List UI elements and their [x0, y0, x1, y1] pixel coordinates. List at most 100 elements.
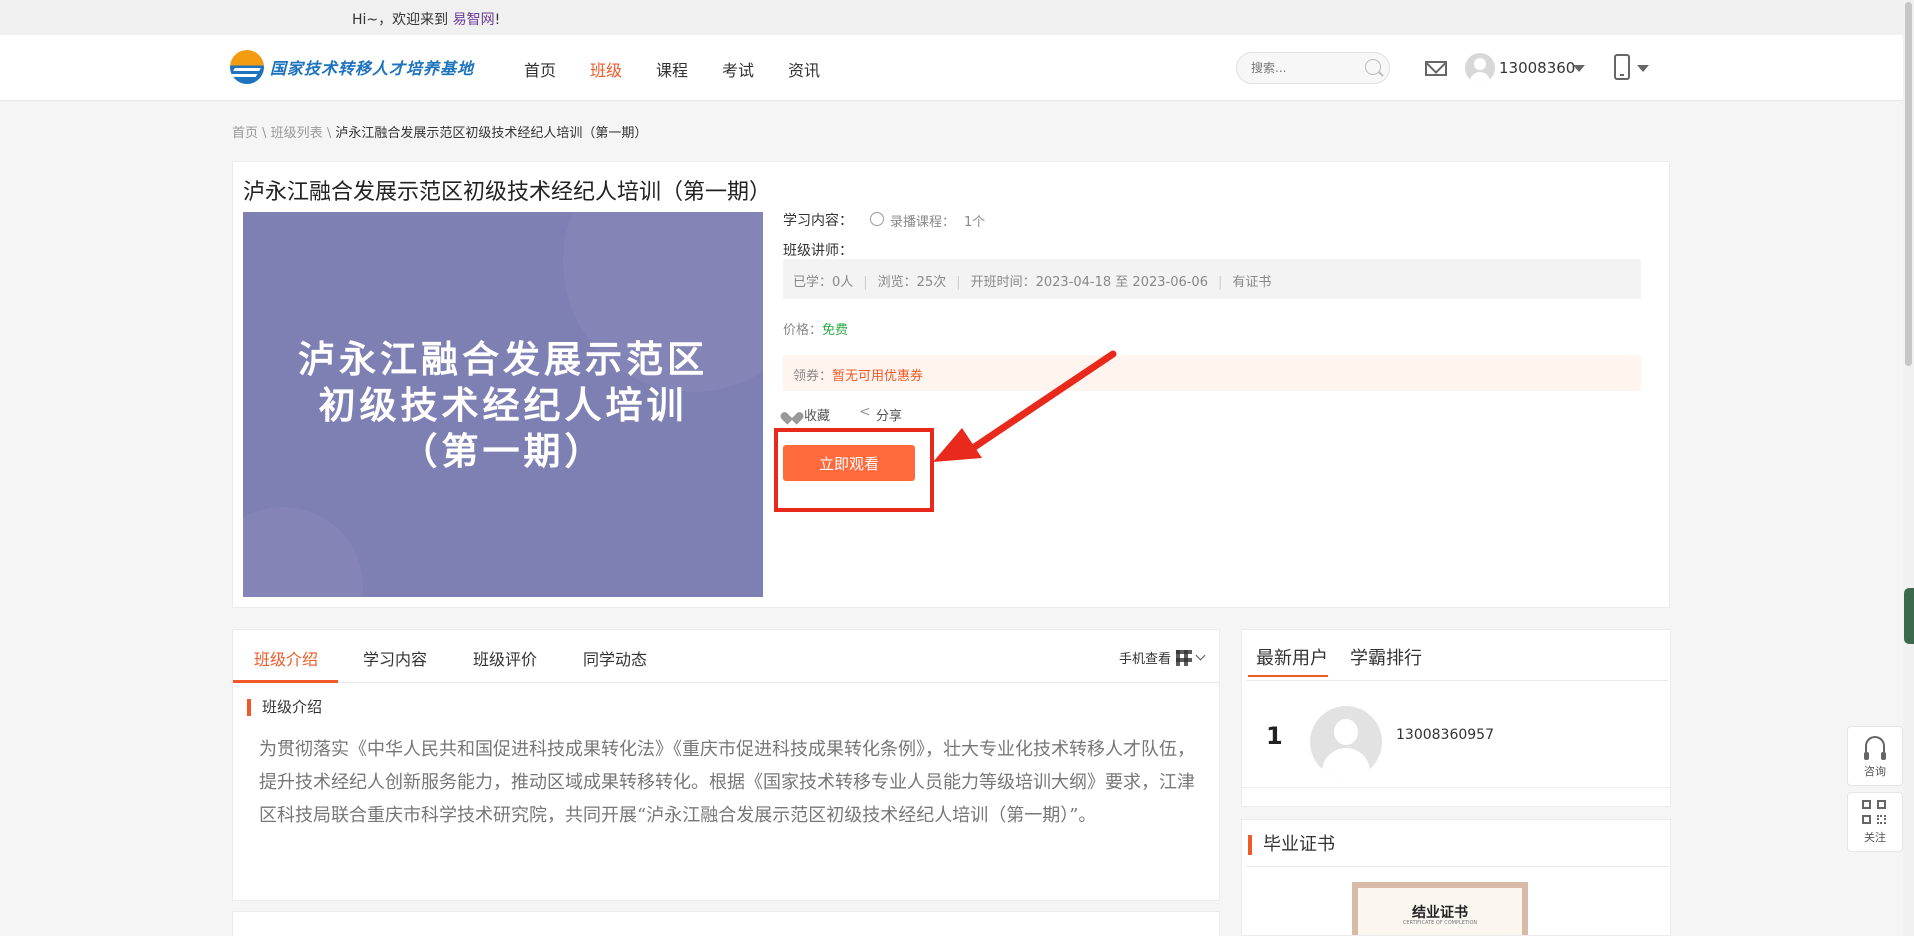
class-detail-card: 班级介绍 学习内容 班级评价 同学动态 手机查看 班级介绍 为贯彻落实《中华人民… [232, 629, 1220, 901]
course-cover-image[interactable]: 泸永江融合发展示范区 初级技术经纪人培训 （第一期） [243, 212, 763, 597]
stats-separator: | [1217, 275, 1223, 290]
breadcrumb-class-list[interactable]: 班级列表 [271, 126, 323, 141]
share-icon[interactable]: < [859, 405, 873, 419]
price: 价格：免费 [783, 319, 848, 338]
certificate-heading: 毕业证书 [1248, 835, 1335, 855]
search-box [1236, 52, 1390, 84]
coupon-text: 领券：暂无可用优惠券 [793, 365, 923, 384]
price-value: 免费 [822, 323, 849, 338]
username[interactable]: 13008360 [1499, 59, 1575, 77]
breadcrumb-home[interactable]: 首页 [232, 126, 258, 141]
stats-separator: | [863, 275, 868, 290]
certificate-subtitle: CERTIFICATE OF COMPLETION [1402, 920, 1478, 926]
cover-line: （第一期） [400, 430, 606, 473]
page-scrollbar[interactable] [1903, 0, 1914, 936]
consult-button[interactable]: 咨询 [1847, 726, 1903, 786]
learned-count: 已学：0人 [793, 275, 854, 290]
divider [1242, 787, 1670, 788]
recorded-course-icon [870, 212, 884, 226]
mobile-view-label: 手机查看 [1119, 652, 1172, 667]
breadcrumb-separator: \ [322, 126, 336, 141]
coupon-value[interactable]: 暂无可用优惠券 [832, 369, 923, 384]
active-tab-underline [233, 680, 338, 683]
qr-code-icon [1176, 649, 1193, 666]
stats-separator: | [956, 275, 961, 290]
rank-number: 1 [1266, 722, 1283, 750]
mobile-menu-caret-icon[interactable] [1637, 65, 1649, 72]
coupon-bar: 领券：暂无可用优惠券 [783, 355, 1641, 391]
search-input[interactable] [1251, 61, 1361, 75]
user-menu-caret-icon[interactable] [1573, 65, 1585, 72]
tab-classmate-activity[interactable]: 同学动态 [583, 646, 647, 670]
scrollbar-thumb[interactable] [1905, 2, 1912, 366]
certificate-badge: 有证书 [1232, 275, 1272, 290]
price-label: 价格： [783, 323, 823, 338]
next-section-card [232, 911, 1220, 936]
breadcrumb-separator: \ [258, 126, 271, 141]
top-strip: Hi~，欢迎来到 易智网! [0, 0, 1914, 35]
course-title: 泸永江融合发展示范区初级技术经纪人培训（第一期） [243, 180, 772, 205]
divider [1246, 680, 1668, 681]
follow-button[interactable]: 关注 [1847, 792, 1903, 852]
logo-mark-icon [230, 50, 264, 84]
section-heading: 班级介绍 [247, 699, 322, 716]
mobile-phone-icon[interactable] [1614, 54, 1630, 80]
favorite-button[interactable]: 收藏 [804, 405, 830, 424]
side-widget-tab[interactable] [1904, 588, 1914, 644]
user-phone[interactable]: 13008360957 [1396, 727, 1494, 743]
mobile-view-dropdown[interactable]: 手机查看 [1119, 648, 1206, 667]
consult-label: 咨询 [1864, 765, 1886, 778]
logo[interactable]: 国家技术转移人才培养基地 [230, 50, 474, 84]
nav-courses[interactable]: 课程 [656, 57, 688, 81]
nav-exams[interactable]: 考试 [722, 57, 754, 81]
site-header: 国家技术转移人才培养基地 首页 班级 课程 考试 资讯 13008360 [0, 35, 1914, 101]
teacher-label: 班级讲师： [783, 243, 853, 259]
tab-latest-users[interactable]: 最新用户 [1256, 644, 1328, 670]
search-icon[interactable] [1365, 59, 1381, 75]
user-avatar[interactable] [1310, 706, 1382, 778]
coupon-label: 领券： [793, 369, 833, 384]
recorded-course-label: 录播课程： [890, 215, 956, 230]
tabs-bar: 班级介绍 学习内容 班级评价 同学动态 手机查看 [233, 630, 1219, 683]
tab-top-students[interactable]: 学霸排行 [1350, 644, 1422, 670]
class-period: 开班时间：2023-04-18 至 2023-06-06 [970, 275, 1208, 290]
nav-news[interactable]: 资讯 [788, 57, 820, 81]
qr-code-icon [1862, 800, 1888, 826]
welcome-text: Hi~，欢迎来到 易智网! [352, 9, 500, 29]
welcome-suffix: ! [494, 12, 501, 28]
nav-home[interactable]: 首页 [524, 57, 556, 81]
user-avatar[interactable] [1465, 53, 1495, 83]
chevron-down-icon [1195, 650, 1206, 661]
cover-text: 泸永江融合发展示范区 初级技术经纪人培训 （第一期） [243, 337, 763, 475]
view-count: 浏览：25次 [877, 275, 947, 290]
class-intro-text: 为贯彻落实《中华人民共和国促进科技成果转化法》《重庆市促进科技成果转化条例》，壮… [259, 739, 1195, 826]
certificate-title: 结业证书 [1412, 905, 1468, 921]
follow-label: 关注 [1864, 831, 1886, 844]
site-name-link[interactable]: 易智网 [453, 12, 495, 28]
users-card: 最新用户 学霸排行 1 13008360957 [1241, 629, 1671, 807]
cover-line: 初级技术经纪人培训 [318, 384, 688, 427]
stats-bar: 已学：0人 | 浏览：25次 | 开班时间：2023-04-18 至 2023-06-0… [783, 259, 1641, 299]
nav-classes[interactable]: 班级 [590, 57, 622, 81]
content-label: 学习内容： [783, 213, 853, 229]
tab-class-reviews[interactable]: 班级评价 [473, 646, 537, 670]
breadcrumb: 首页 \ 班级列表 \ 泸永江融合发展示范区初级技术经纪人培训（第一期） [232, 122, 647, 141]
recorded-course-count: 1个 [964, 215, 986, 230]
tab-class-intro[interactable]: 班级介绍 [254, 646, 318, 670]
logo-text: 国家技术转移人才培养基地 [270, 59, 475, 78]
welcome-prefix: Hi~，欢迎来到 [352, 12, 453, 28]
heart-icon[interactable] [785, 407, 799, 419]
certificate-card: 毕业证书 结业证书 CERTIFICATE OF COMPLETION [1241, 819, 1671, 936]
stats-text: 已学：0人 | 浏览：25次 | 开班时间：2023-04-18 至 2023-06-0… [793, 271, 1271, 290]
share-button[interactable]: 分享 [876, 405, 902, 424]
headset-icon [1864, 736, 1886, 760]
highlight-box [774, 428, 934, 512]
annotation-arrow-icon [933, 350, 1117, 462]
tab-learning-content[interactable]: 学习内容 [363, 646, 427, 670]
active-tab-underline [1248, 675, 1328, 677]
cover-line: 泸永江融合发展示范区 [298, 338, 708, 381]
certificate-image[interactable]: 结业证书 CERTIFICATE OF COMPLETION [1352, 882, 1528, 935]
divider [1246, 866, 1668, 867]
breadcrumb-current: 泸永江融合发展示范区初级技术经纪人培训（第一期） [335, 126, 648, 141]
mail-icon[interactable] [1425, 61, 1447, 76]
